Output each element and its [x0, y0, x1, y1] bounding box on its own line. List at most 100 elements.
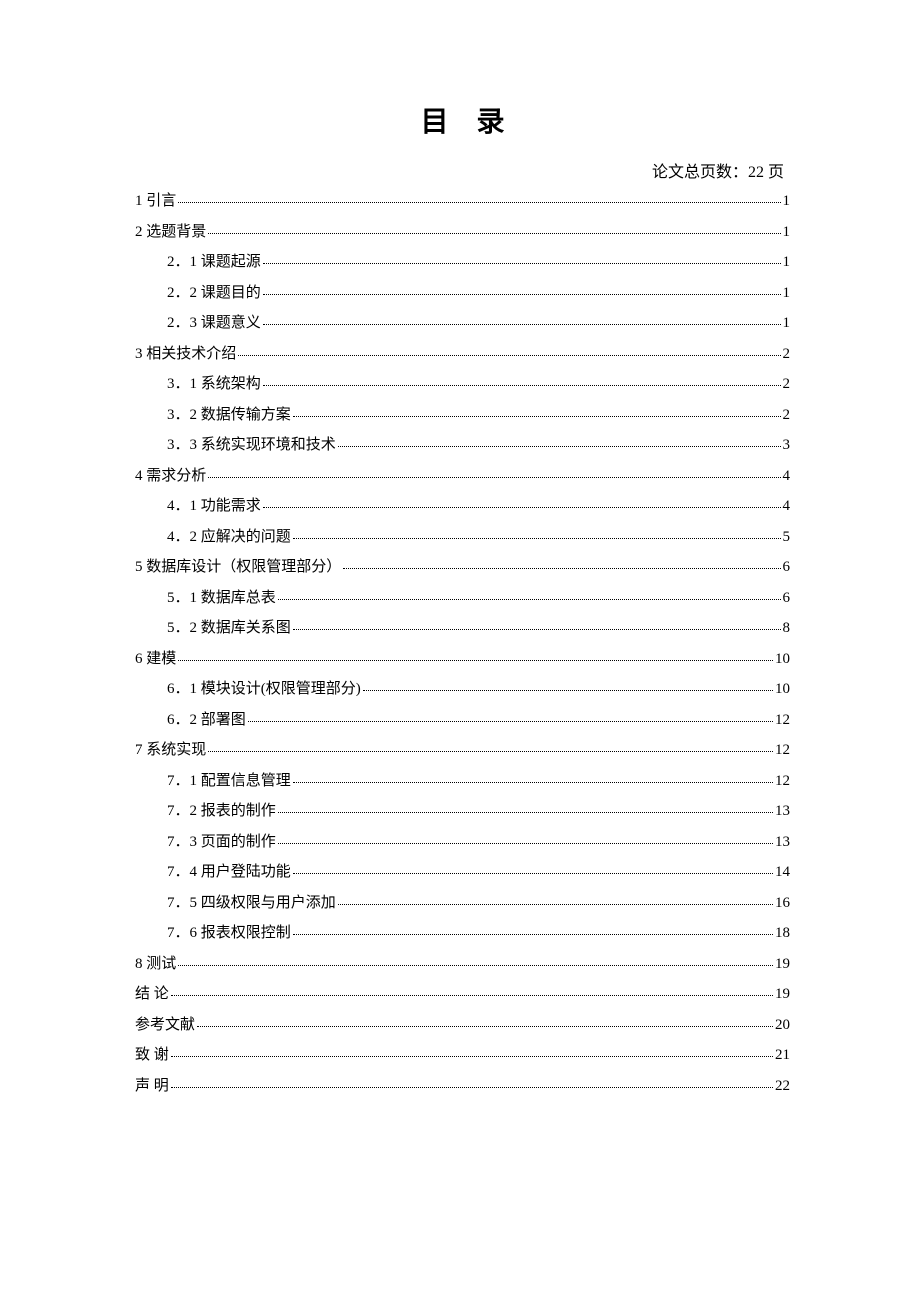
toc-entry-label: 7 系统实现	[135, 743, 206, 758]
toc-entry-label: 5 数据库设计（权限管理部分）	[135, 560, 341, 575]
toc-entry-page: 6	[783, 560, 791, 575]
toc-entry-page: 1	[783, 286, 791, 301]
toc-entry-page: 13	[775, 804, 790, 819]
toc-entry-dots	[293, 416, 781, 417]
toc-entry-dots	[278, 843, 773, 844]
toc-entry: 2．3 课题意义 1	[135, 316, 790, 331]
toc-entry: 5 数据库设计（权限管理部分） 6	[135, 560, 790, 575]
toc-entry-page: 12	[775, 713, 790, 728]
toc-entry-page: 19	[775, 957, 790, 972]
toc-entry-label: 7．3 页面的制作	[167, 835, 276, 850]
toc-entry: 2．1 课题起源1	[135, 255, 790, 270]
toc-entry-label: 6．1 模块设计(权限管理部分)	[167, 682, 361, 697]
toc-entry-dots	[293, 538, 781, 539]
toc-entry-dots	[208, 477, 780, 478]
toc-entry-dots	[248, 721, 773, 722]
toc-entry: 4．2 应解决的问题5	[135, 530, 790, 545]
toc-entry-dots	[197, 1026, 773, 1027]
toc-entry: 7．1 配置信息管理 12	[135, 774, 790, 789]
toc-entry: 7 系统实现 12	[135, 743, 790, 758]
toc-entry: 3．2 数据传输方案 2	[135, 408, 790, 423]
toc-entry-dots	[293, 782, 773, 783]
toc-entry-label: 7．6 报表权限控制	[167, 926, 291, 941]
toc-entry: 2 选题背景1	[135, 225, 790, 240]
toc-entry-label: 7．1 配置信息管理	[167, 774, 291, 789]
toc-entry: 4．1 功能需求4	[135, 499, 790, 514]
toc-entry-label: 结 论	[135, 987, 169, 1002]
toc-entry: 结 论 19	[135, 987, 790, 1002]
toc-entry: 7．5 四级权限与用户添加 16	[135, 896, 790, 911]
toc-entry-dots	[178, 202, 780, 203]
toc-entry-dots	[343, 568, 780, 569]
toc-entry: 7．6 报表权限控制 18	[135, 926, 790, 941]
toc-entry: 3．3 系统实现环境和技术3	[135, 438, 790, 453]
toc-entry-page: 12	[775, 774, 790, 789]
toc-entry-label: 3．3 系统实现环境和技术	[167, 438, 336, 453]
toc-entry-dots	[171, 995, 773, 996]
toc-entry-dots	[293, 934, 773, 935]
toc-title: 目录	[135, 100, 790, 140]
toc-entry-dots	[263, 294, 781, 295]
toc-entry-page: 1	[783, 194, 791, 209]
toc-entry: 7．3 页面的制作 13	[135, 835, 790, 850]
toc-entry-label: 7．2 报表的制作	[167, 804, 276, 819]
toc-entry-page: 8	[783, 621, 791, 636]
toc-entry-dots	[263, 324, 781, 325]
toc-entry-label: 7．5 四级权限与用户添加	[167, 896, 336, 911]
toc-entry: 5．1 数据库总表 6	[135, 591, 790, 606]
toc-entry: 7．4 用户登陆功能 14	[135, 865, 790, 880]
toc-entry-dots	[263, 385, 781, 386]
toc-entry-label: 7．4 用户登陆功能	[167, 865, 291, 880]
toc-entry-page: 13	[775, 835, 790, 850]
toc-entry-page: 16	[775, 896, 790, 911]
toc-entry-page: 14	[775, 865, 790, 880]
toc-entry-page: 4	[783, 499, 791, 514]
toc-entry-dots	[171, 1087, 773, 1088]
toc-container: 1 引言12 选题背景12．1 课题起源12．2 课题目的12．3 课题意义13…	[135, 194, 790, 1094]
toc-entry-dots	[363, 690, 773, 691]
toc-entry-page: 12	[775, 743, 790, 758]
toc-entry-dots	[293, 873, 773, 874]
toc-entry-page: 1	[783, 316, 791, 331]
toc-entry-dots	[238, 355, 780, 356]
toc-entry-dots	[278, 599, 781, 600]
toc-entry: 3 相关技术介绍2	[135, 347, 790, 362]
toc-entry-dots	[263, 507, 781, 508]
toc-entry-dots	[263, 263, 781, 264]
toc-entry-page: 2	[783, 408, 791, 423]
toc-entry: 6．2 部署图12	[135, 713, 790, 728]
toc-entry: 6．1 模块设计(权限管理部分)10	[135, 682, 790, 697]
toc-entry-label: 2．3 课题意义	[167, 316, 261, 331]
toc-entry-label: 声 明	[135, 1079, 169, 1094]
toc-entry-page: 22	[775, 1079, 790, 1094]
toc-entry-label: 3．1 系统架构	[167, 377, 261, 392]
toc-entry-dots	[208, 751, 773, 752]
toc-entry-page: 1	[783, 255, 791, 270]
toc-entry-dots	[338, 904, 773, 905]
toc-entry: 5．2 数据库关系图8	[135, 621, 790, 636]
toc-entry-label: 参考文献	[135, 1018, 195, 1033]
page-count: 论文总页数：22 页	[135, 158, 790, 182]
toc-entry-page: 19	[775, 987, 790, 1002]
toc-entry-page: 21	[775, 1048, 790, 1063]
toc-entry: 7．2 报表的制作 13	[135, 804, 790, 819]
toc-entry: 6 建模10	[135, 652, 790, 667]
toc-entry-page: 5	[783, 530, 791, 545]
toc-entry-page: 2	[783, 347, 791, 362]
toc-entry: 8 测试19	[135, 957, 790, 972]
toc-entry: 2．2 课题目的1	[135, 286, 790, 301]
toc-entry-label: 4 需求分析	[135, 469, 206, 484]
toc-entry-label: 5．1 数据库总表	[167, 591, 276, 606]
toc-entry-dots	[171, 1056, 773, 1057]
toc-entry: 3．1 系统架构2	[135, 377, 790, 392]
toc-entry: 致 谢21	[135, 1048, 790, 1063]
toc-entry: 1 引言 1	[135, 194, 790, 209]
toc-entry-page: 4	[783, 469, 791, 484]
toc-entry-label: 3．2 数据传输方案	[167, 408, 291, 423]
toc-entry-label: 1 引言	[135, 194, 176, 209]
toc-entry-page: 6	[783, 591, 791, 606]
toc-entry-dots	[278, 812, 773, 813]
toc-entry-dots	[338, 446, 781, 447]
toc-entry: 4 需求分析 4	[135, 469, 790, 484]
toc-entry-page: 18	[775, 926, 790, 941]
